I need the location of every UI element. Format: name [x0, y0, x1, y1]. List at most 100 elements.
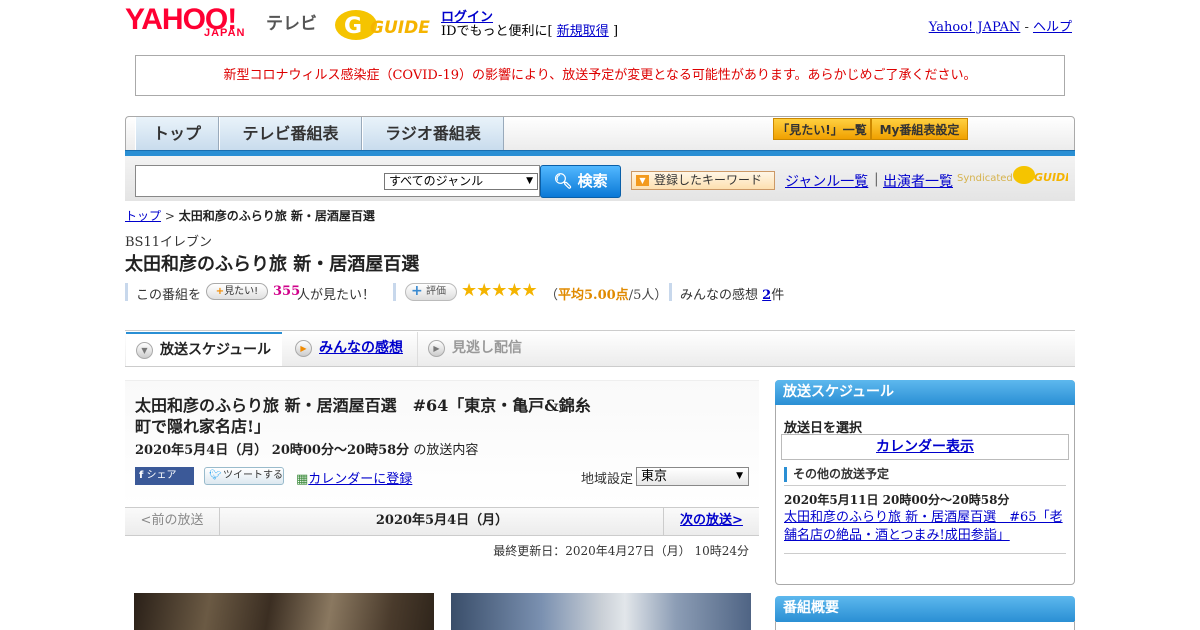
yahoo-japan-label: JAPAN — [204, 27, 246, 39]
episode-datetime-suffix: の放送内容 — [413, 443, 479, 458]
next-broadcast-link[interactable]: 次の放送> — [663, 507, 759, 536]
tab-missed-label: 見逃し配信 — [452, 340, 522, 356]
login-sub-suffix: ] — [612, 24, 619, 39]
other-broadcast-link[interactable]: 太田和彦のふらり旅 新・居酒屋百選 #65「老舗名店の絶品・酒とつまみ!成田参詣… — [784, 509, 1066, 545]
episode-thumbnail[interactable] — [451, 593, 751, 630]
program-overview-panel — [775, 621, 1075, 630]
search-button[interactable]: 🔍︎ 検索 — [540, 165, 621, 198]
region-select-value: 東京 — [641, 469, 668, 484]
twitter-bird-icon: 🐦︎ — [209, 470, 222, 481]
play-icon: ▶ — [428, 340, 445, 357]
nav-tab-radio-schedule[interactable]: ラジオ番組表 — [362, 117, 504, 150]
rating-average-open: （ — [545, 288, 559, 303]
registered-keywords-button[interactable]: ▼ 登録したキーワード — [631, 171, 775, 190]
search-icon: 🔍︎ — [553, 172, 573, 190]
episode-datetime-value: 2020年5月4日（月） 20時00分～20時58分 — [135, 443, 410, 458]
rating-button-label: 評価 — [426, 286, 446, 297]
chevron-down-icon: ▼ — [136, 342, 153, 359]
sidebar-schedule-heading: 放送スケジュール — [775, 380, 1075, 405]
play-icon: ▶ — [295, 340, 312, 357]
help-link[interactable]: ヘルプ — [1033, 20, 1072, 35]
other-broadcast-datetime: 2020年5月11日 20時00分～20時58分 — [784, 493, 1010, 507]
breadcrumb-separator: > — [161, 209, 179, 223]
mitai-badge-button[interactable]: +見たい! — [206, 283, 268, 300]
calendar-view-button[interactable]: カレンダー表示 — [781, 434, 1069, 460]
impressions-count-link[interactable]: 2 — [762, 288, 771, 303]
mitai-list-button[interactable]: 「見たい!」一覧 — [773, 118, 871, 140]
episode-thumbnail[interactable] — [134, 593, 434, 630]
dropdown-arrow-icon: ▼ — [526, 176, 533, 186]
login-subtext: IDでもっと便利に[ 新規取得 ] — [441, 20, 618, 39]
page-title: 太田和彦のふらり旅 新・居酒屋百選 — [125, 254, 420, 275]
breadcrumb-top-link[interactable]: トップ — [125, 209, 161, 223]
rating-count: /5人） — [628, 288, 668, 303]
other-broadcasts-heading: その他の放送予定 — [784, 466, 1066, 486]
channel-name: BS11イレブン — [125, 235, 213, 250]
stat-divider — [125, 283, 128, 301]
facebook-share-label: シェア — [146, 470, 177, 481]
episode-datetime: 2020年5月4日（月） 20時00分～20時58分 の放送内容 — [135, 439, 478, 458]
tab-missed-streaming: ▶ 見逃し配信 — [417, 332, 537, 366]
covid-notice: 新型コロナウィルス感染症（COVID-19）の影響により、放送予定が変更となる可… — [135, 55, 1065, 96]
signup-link[interactable]: 新規取得 — [557, 24, 609, 39]
previous-broadcast-button: <前の放送 — [125, 507, 220, 536]
genre-select[interactable]: すべてのジャンル ▼ — [384, 173, 538, 190]
region-select[interactable]: 東京 ▼ — [636, 467, 749, 486]
impressions-prefix: みんなの感想 — [680, 288, 763, 303]
dropdown-arrow-icon: ▼ — [736, 471, 743, 481]
sidebar-divider — [784, 553, 1066, 554]
yahoo-japan-link[interactable]: Yahoo! JAPAN — [929, 20, 1021, 35]
tab-impressions-label[interactable]: みんなの感想 — [319, 340, 403, 356]
tab-impressions[interactable]: ▶ みんなの感想 — [285, 332, 415, 366]
keyword-button-label: 登録したキーワード — [654, 173, 763, 187]
facebook-share-button[interactable]: f シェア — [135, 467, 194, 485]
stat-divider — [393, 283, 396, 301]
calendar-register-link[interactable]: カレンダーに登録 — [308, 472, 412, 487]
svg-text:GUIDE: GUIDE — [1034, 171, 1068, 184]
gguide-small-logo: GUIDE — [1013, 166, 1068, 184]
gguide-logo[interactable]: G GUIDE — [334, 7, 434, 41]
tab-schedule-label: 放送スケジュール — [160, 342, 272, 358]
plus-icon: + — [215, 286, 225, 297]
breadcrumb-current: 太田和彦のふらり旅 新・居酒屋百選 — [178, 209, 375, 223]
my-schedule-settings-button[interactable]: My番組表設定 — [871, 118, 968, 140]
facebook-icon: f — [139, 470, 144, 481]
rating-button[interactable]: + 評価 — [405, 283, 457, 301]
plus-icon: + — [411, 283, 423, 299]
genre-list-link[interactable]: ジャンル一覧 — [785, 171, 868, 191]
program-overview-heading: 番組概要 — [775, 596, 1075, 622]
region-label: 地域設定 — [581, 472, 634, 487]
mitai-prefix: この番組を — [136, 288, 202, 303]
last-updated: 最終更新日：2020年4月27日（月） 10時24分 — [493, 544, 749, 558]
login-sub-prefix: IDでもっと便利に[ — [441, 24, 553, 39]
impressions-summary: みんなの感想 2件 — [680, 284, 784, 303]
impressions-suffix: 件 — [771, 288, 785, 303]
breadcrumb: トップ > 太田和彦のふらり旅 新・居酒屋百選 — [125, 207, 375, 224]
tv-label: テレビ — [266, 14, 317, 34]
mitai-badge-label: 見たい! — [224, 286, 259, 297]
syndicated-label: Syndicated — [957, 173, 1013, 184]
tab-schedule[interactable]: ▼ 放送スケジュール — [126, 332, 282, 366]
mitai-suffix: 人が見たい！ — [297, 288, 376, 303]
program-stats: この番組を +見たい! 355 人が見たい！ + 評価 ★★★★★ （平均5.00… — [125, 280, 825, 303]
dropdown-arrow-icon: ▼ — [636, 175, 649, 186]
episode-title: 太田和彦のふらり旅 新・居酒屋百選 #64「東京・亀戸&錦糸町で隠れ家名店!」 — [135, 396, 591, 436]
rating-average: （平均5.00点/5人） — [545, 284, 667, 303]
performer-list-link[interactable]: 出演者一覧 — [883, 171, 953, 191]
calendar-icon: ▦ — [296, 472, 309, 487]
nav-tab-tv-schedule[interactable]: テレビ番組表 — [219, 117, 362, 150]
search-button-label: 検索 — [577, 172, 608, 190]
svg-text:G: G — [344, 14, 362, 39]
current-broadcast-date: 2020年5月4日（月） — [375, 513, 509, 528]
rating-stars: ★★★★★ — [461, 280, 538, 301]
header-links: Yahoo! JAPAN - ヘルプ — [929, 16, 1072, 35]
gguide-text: GUIDE — [370, 18, 430, 38]
link-separator: | — [874, 171, 879, 187]
nav-tab-top[interactable]: トップ — [135, 117, 219, 150]
tweet-button-label: ツイートする — [223, 470, 283, 481]
calendar-register[interactable]: ▦カレンダーに登録 — [296, 468, 412, 487]
tweet-button[interactable]: 🐦︎ ツイートする — [204, 467, 284, 485]
rating-average-value: 平均5.00点 — [558, 288, 629, 303]
genre-select-value: すべてのジャンル — [389, 174, 484, 188]
header-link-separator: - — [1020, 20, 1033, 35]
